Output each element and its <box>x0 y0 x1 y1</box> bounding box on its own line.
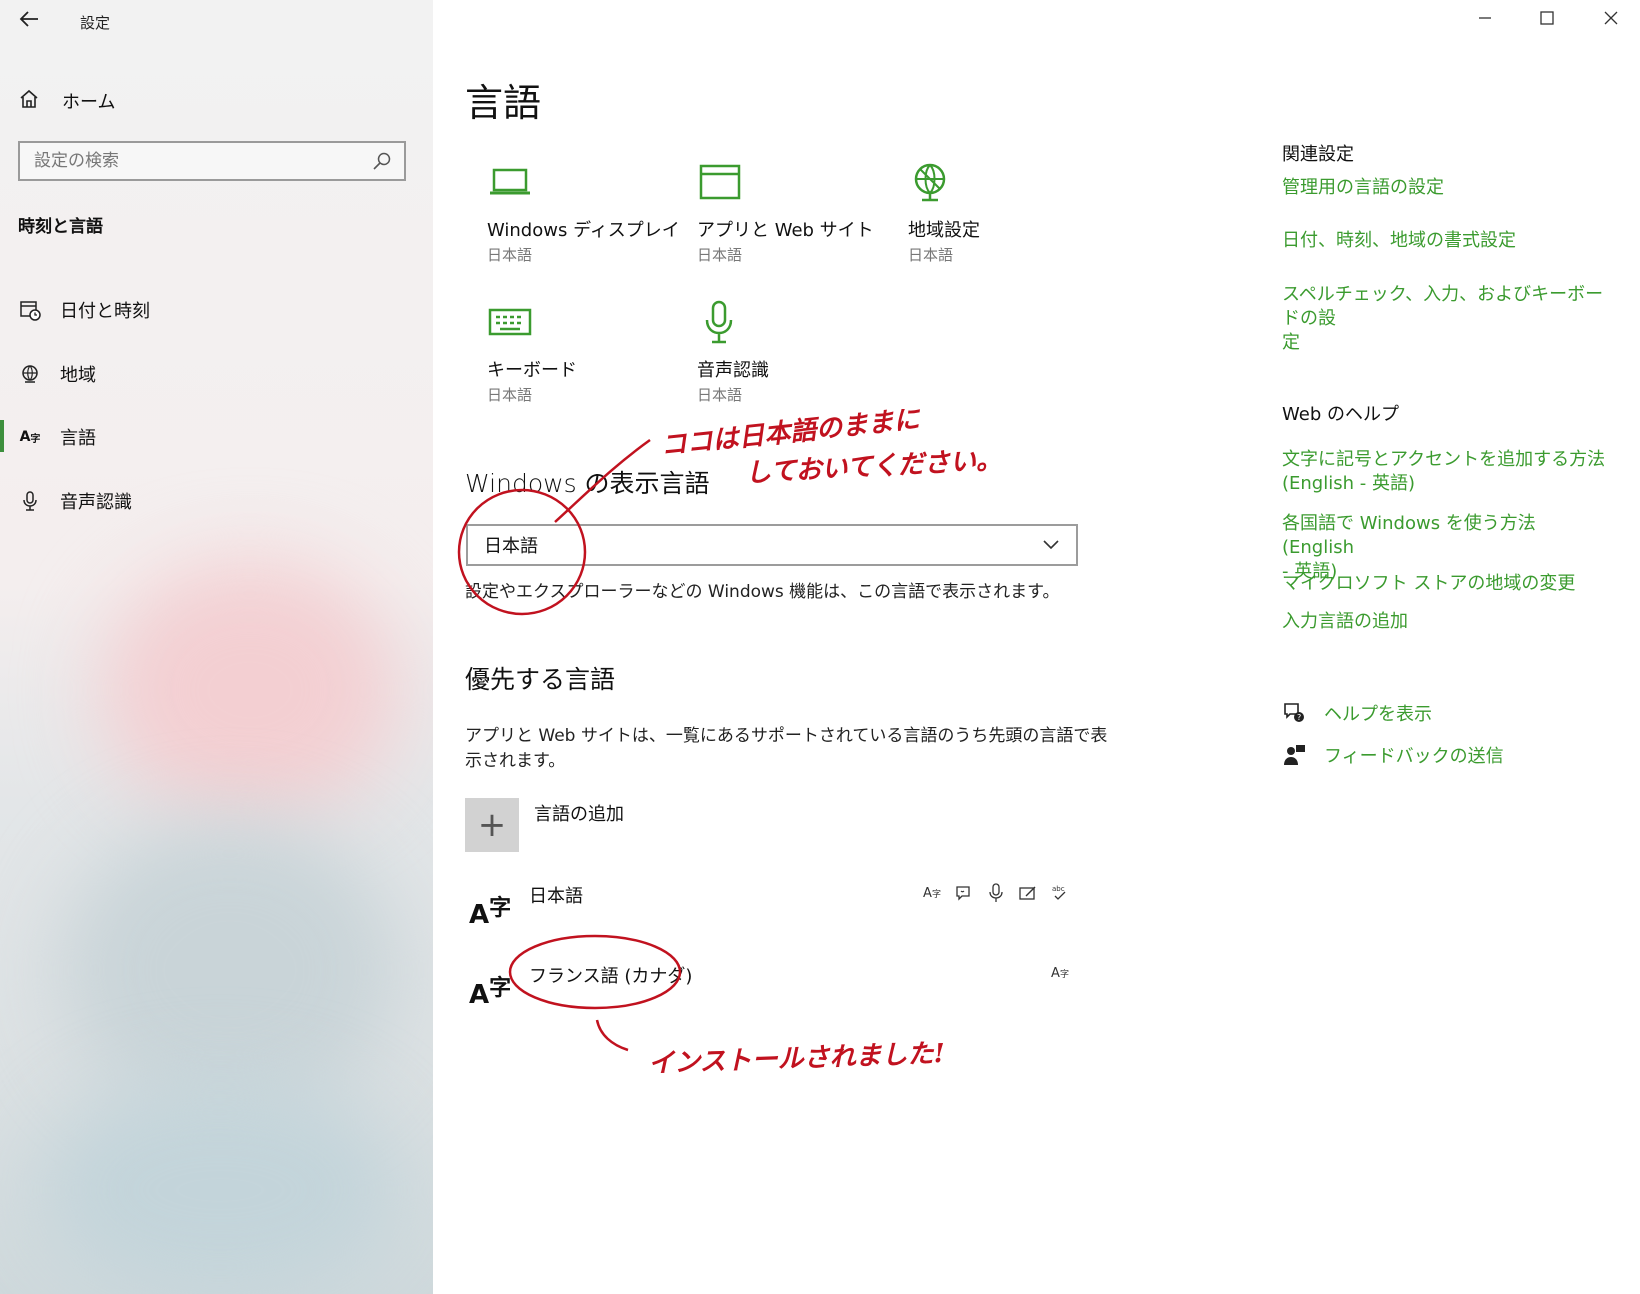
display-language-icon: A字 <box>1051 965 1069 981</box>
display-language-heading: Windows の表示言語 <box>465 469 710 498</box>
handwriting-icon <box>1018 882 1038 904</box>
text-to-speech-icon <box>954 882 974 904</box>
annotation-line <box>595 1019 629 1052</box>
display-language-description: 設定やエクスプローラーなどの Windows 機能は、この言語で表示されます。 <box>465 582 1060 602</box>
search-box[interactable] <box>18 141 406 181</box>
link-store-region[interactable]: マイクロソフト ストアの地域の変更 <box>1282 572 1612 596</box>
link-date-time-region-format[interactable]: 日付、時刻、地域の書式設定 <box>1282 229 1612 253</box>
tile-sublabel: 日本語 <box>908 246 954 264</box>
sidebar-item-label: 日付と時刻 <box>60 301 150 322</box>
nav-home-label: ホーム <box>62 92 116 113</box>
back-button[interactable] <box>18 8 48 34</box>
spellcheck-icon: abc <box>1050 882 1070 904</box>
page-title: 言語 <box>465 81 542 125</box>
window-icon <box>697 160 743 206</box>
sidebar-item-label: 音声認識 <box>60 492 132 513</box>
tile-sublabel: 日本語 <box>487 246 533 264</box>
svg-text:abc: abc <box>1052 885 1065 893</box>
region-globe-icon <box>908 160 954 206</box>
chevron-down-icon <box>1042 535 1060 556</box>
feedback-label: フィードバックの送信 <box>1324 746 1504 767</box>
link-spelling-typing-keyboard[interactable]: スペルチェック、入力、およびキーボードの設 定 <box>1282 283 1612 355</box>
selection-indicator <box>0 420 4 452</box>
plus-icon: + <box>477 805 507 845</box>
maximize-button[interactable] <box>1530 6 1564 36</box>
tile-sublabel: 日本語 <box>697 246 743 264</box>
sidebar-item-language[interactable]: A字 言語 <box>18 420 418 454</box>
language-icon: A字 <box>469 976 512 1010</box>
description-line: 示されます。 <box>465 751 566 771</box>
tile-regional-format[interactable]: 地域設定 日本語 <box>888 160 1078 280</box>
tile-label: 音声認識 <box>697 360 769 381</box>
dropdown-value: 日本語 <box>484 536 538 557</box>
nav-home[interactable]: ホーム <box>18 86 115 116</box>
add-language-button[interactable]: + <box>465 798 519 852</box>
related-settings-heading: 関連設定 <box>1282 144 1354 165</box>
language-item-japanese[interactable]: A字 日本語 A字 abc <box>465 882 1070 942</box>
add-language-label[interactable]: 言語の追加 <box>534 800 624 826</box>
language-icon: A字 <box>19 429 41 445</box>
tile-apps-websites[interactable]: アプリと Web サイト 日本語 <box>677 160 874 280</box>
search-input[interactable] <box>32 150 372 172</box>
svg-text:?: ? <box>1297 713 1301 722</box>
display-language-icon: A字 <box>923 885 941 901</box>
feedback-link[interactable]: フィードバックの送信 <box>1282 742 1504 768</box>
feedback-icon <box>1282 743 1310 767</box>
tile-sublabel: 日本語 <box>697 386 743 404</box>
language-features: A字 abc <box>922 882 1070 904</box>
maximize-icon <box>1540 11 1554 25</box>
tile-keyboard[interactable]: キーボード 日本語 <box>467 300 657 420</box>
link-add-accents[interactable]: 文字に記号とアクセントを追加する方法 (English - 英語) <box>1282 448 1612 496</box>
language-features: A字 <box>1050 962 1070 984</box>
get-help-link[interactable]: ? ヘルプを表示 <box>1282 700 1432 726</box>
help-chat-icon: ? <box>1282 701 1310 725</box>
tile-label: キーボード <box>487 360 577 381</box>
tile-windows-display[interactable]: Windows ディスプレイ 日本語 <box>467 160 680 280</box>
home-icon <box>18 88 44 115</box>
globe-icon <box>18 362 42 386</box>
sidebar-item-region[interactable]: 地域 <box>18 357 418 391</box>
sidebar-item-speech[interactable]: 音声認識 <box>18 484 418 518</box>
laptop-icon <box>487 160 533 206</box>
sidebar-item-date-time[interactable]: 日付と時刻 <box>18 293 418 327</box>
back-arrow-icon <box>19 11 38 27</box>
preferred-languages-heading: 優先する言語 <box>465 665 616 694</box>
sidebar-item-label: 地域 <box>60 365 96 386</box>
get-help-label: ヘルプを表示 <box>1324 704 1432 725</box>
web-help-heading: Web のヘルプ <box>1282 404 1399 425</box>
close-button[interactable] <box>1594 6 1628 36</box>
display-language-dropdown[interactable]: 日本語 <box>466 524 1078 566</box>
language-name: フランス語 (カナダ) <box>529 966 693 987</box>
minimize-button[interactable] <box>1468 6 1502 36</box>
language-icon: A字 <box>469 896 512 930</box>
calendar-clock-icon <box>18 298 42 322</box>
sidebar: 設定 ホーム 時刻と言語 日付と時刻 地域 <box>0 0 433 1294</box>
section-title: 時刻と言語 <box>18 217 103 237</box>
tile-label: アプリと Web サイト <box>697 220 874 241</box>
preferred-languages-description: アプリと Web サイトは、一覧にあるサポートされている言語のうち先頭の言語で表… <box>465 724 1107 774</box>
search-icon[interactable] <box>372 151 392 171</box>
sidebar-item-label: 言語 <box>60 428 96 449</box>
minimize-icon <box>1479 17 1491 19</box>
language-item-french-canada[interactable]: A字 フランス語 (カナダ) A字 <box>465 962 1070 1022</box>
description-line: アプリと Web サイトは、一覧にあるサポートされている言語のうち先頭の言語で表 <box>465 726 1108 746</box>
tile-speech[interactable]: 音声認識 日本語 <box>677 300 867 420</box>
microphone-icon <box>697 300 743 346</box>
app-title: 設定 <box>80 14 111 32</box>
link-admin-language[interactable]: 管理用の言語の設定 <box>1282 176 1612 200</box>
tile-label: Windows ディスプレイ <box>487 220 680 241</box>
speech-recognition-icon <box>986 882 1006 904</box>
annotation-note: インストールされました! <box>647 1038 946 1080</box>
link-add-input-language[interactable]: 入力言語の追加 <box>1282 610 1612 634</box>
close-icon <box>1604 11 1618 25</box>
tile-sublabel: 日本語 <box>487 386 533 404</box>
tile-label: 地域設定 <box>908 220 980 241</box>
microphone-icon <box>18 489 42 513</box>
language-name: 日本語 <box>529 886 583 907</box>
keyboard-icon <box>487 300 533 346</box>
